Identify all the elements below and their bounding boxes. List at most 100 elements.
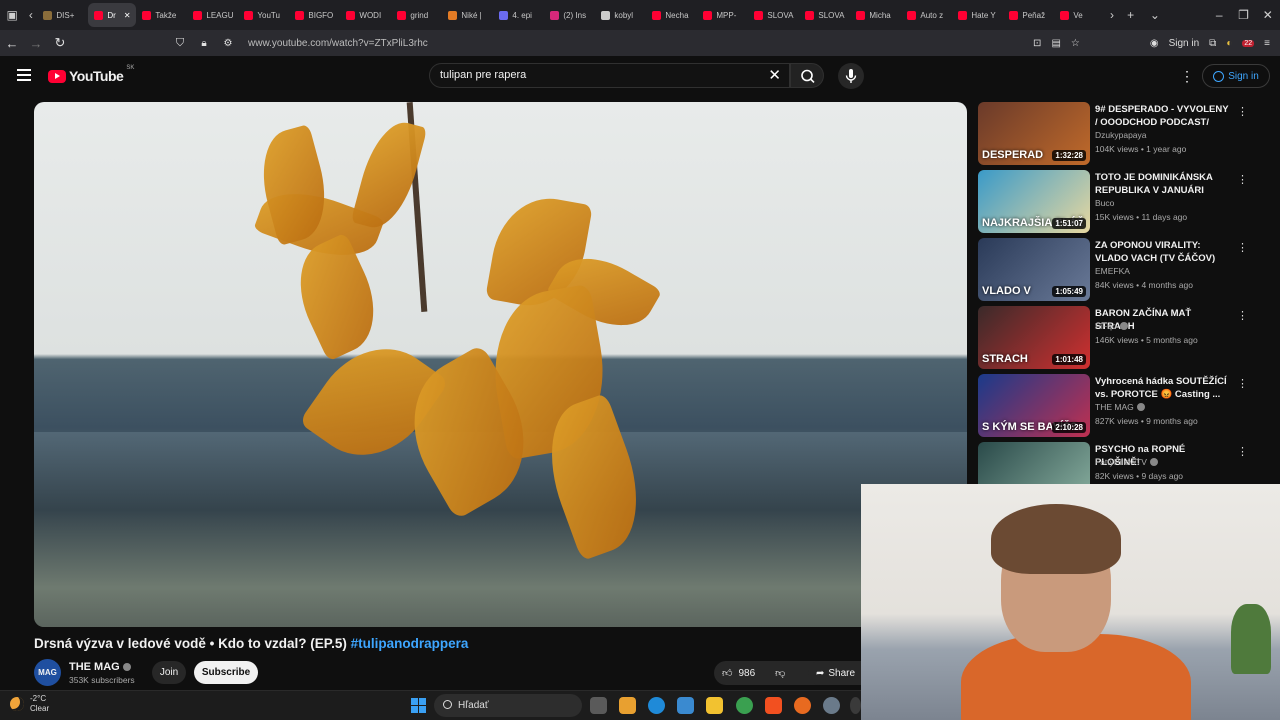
brave-icon[interactable] bbox=[765, 697, 782, 714]
more-actions-icon[interactable]: ⋮ bbox=[1237, 309, 1248, 322]
new-tab-button[interactable]: + bbox=[1118, 8, 1142, 22]
recommendation-channel[interactable]: FiFqo bbox=[1095, 321, 1128, 331]
close-window-button[interactable]: ✕ bbox=[1256, 8, 1280, 22]
site-settings-icon[interactable]: ⚙ bbox=[216, 38, 240, 49]
like-button[interactable]: 👍︎ 986 bbox=[722, 667, 755, 680]
scroll-tabs-right-icon[interactable]: › bbox=[1105, 8, 1118, 22]
extensions-icon[interactable]: ⧉ bbox=[1209, 38, 1216, 49]
obs-icon[interactable] bbox=[850, 697, 861, 714]
recommendation-thumbnail[interactable]: STRACH 1:01:48 bbox=[978, 306, 1090, 369]
voice-search-button[interactable] bbox=[838, 63, 864, 89]
search-input[interactable]: tulipan pre rapera ✕ bbox=[429, 63, 790, 88]
youtube-logo[interactable]: YouTube SK bbox=[48, 65, 134, 84]
lock-icon[interactable]: 🔒︎ bbox=[192, 38, 216, 49]
weather-widget[interactable]: -2°C Clear bbox=[10, 694, 49, 714]
maximize-button[interactable]: ❐ bbox=[1231, 8, 1255, 22]
clear-search-icon[interactable]: ✕ bbox=[768, 64, 781, 87]
video-player[interactable] bbox=[34, 102, 967, 627]
browser-tab[interactable]: Peňaž bbox=[1003, 3, 1054, 27]
subscribe-button[interactable]: Subscribe bbox=[194, 661, 258, 684]
recommendation-title[interactable]: ZA OPONOU VIRALITY: VLADO VACH (TV ČÁČOV… bbox=[1095, 239, 1229, 265]
menu-icon[interactable]: ≡ bbox=[1264, 38, 1270, 49]
browser-tab[interactable]: Hate Y bbox=[952, 3, 1003, 27]
browser-tab[interactable]: WODI bbox=[340, 3, 391, 27]
recommendation-title[interactable]: 9# DESPERADO - VYVOLENY / OOODCHOD PODCA… bbox=[1095, 103, 1229, 129]
recommendation-title[interactable]: Vyhrocená hádka SOUTĚŽÍCÍ vs. POROTCE 😡 … bbox=[1095, 375, 1229, 401]
install-app-icon[interactable]: ⊡ bbox=[1033, 38, 1041, 49]
settings-icon[interactable] bbox=[823, 697, 840, 714]
more-actions-icon[interactable]: ⋮ bbox=[1237, 241, 1248, 254]
recommendation-thumbnail[interactable]: DESPERAD 1:32:28 bbox=[978, 102, 1090, 165]
browser-tab[interactable]: Dr ✕ bbox=[88, 3, 137, 27]
browser-tab[interactable]: SLOVA bbox=[799, 3, 850, 27]
browser-tab[interactable]: Micha bbox=[850, 3, 901, 27]
browser-signin-label[interactable]: Sign in bbox=[1169, 38, 1200, 49]
profile-icon[interactable]: ◉ bbox=[1150, 38, 1159, 49]
back-icon[interactable]: ← bbox=[0, 36, 24, 51]
recommendation-item[interactable]: S KÝM SE BAVÍŠ? 2:10:28 Vyhrocená hádka SO… bbox=[978, 374, 1258, 442]
browser-tab[interactable]: kobyl bbox=[595, 3, 646, 27]
recommendation-channel[interactable]: EMEFKA bbox=[1095, 266, 1130, 276]
browser-tab[interactable]: 4. epi bbox=[493, 3, 544, 27]
video-hashtag-link[interactable]: #tulipanodrappera bbox=[351, 636, 469, 651]
dislike-button[interactable]: 👎︎ bbox=[775, 667, 785, 679]
wallet-icon[interactable]: ◐ bbox=[1226, 38, 1232, 49]
taskbar-search[interactable]: Hľadať bbox=[434, 694, 582, 717]
join-button[interactable]: Join bbox=[152, 661, 186, 684]
browser-tab[interactable]: BIGFO bbox=[289, 3, 340, 27]
signin-button[interactable]: Sign in bbox=[1202, 64, 1270, 88]
notification-badge[interactable]: 22 bbox=[1242, 39, 1255, 47]
windows-start-icon[interactable] bbox=[411, 698, 426, 713]
minimize-button[interactable]: – bbox=[1207, 8, 1231, 22]
url-field[interactable]: www.youtube.com/watch?v=ZTxPliL3rhc bbox=[248, 38, 428, 49]
guide-menu-icon[interactable] bbox=[17, 69, 31, 81]
recommendation-item[interactable]: STRACH 1:01:48 BARON ZAČÍNA MAŤ STRACH FiFq… bbox=[978, 306, 1258, 374]
search-button[interactable] bbox=[790, 63, 824, 88]
browser-tab[interactable]: Niké | bbox=[442, 3, 493, 27]
shield-icon[interactable]: ⛉ bbox=[168, 37, 192, 50]
tab-list-dropdown-icon[interactable]: ⌄ bbox=[1143, 8, 1167, 22]
task-view-icon[interactable] bbox=[590, 697, 607, 714]
firefox-icon[interactable] bbox=[794, 697, 811, 714]
close-tab-icon[interactable]: ✕ bbox=[124, 11, 131, 20]
recommendation-channel[interactable]: FattyPillowTV bbox=[1095, 457, 1158, 467]
browser-tab[interactable]: LEAGU bbox=[187, 3, 238, 27]
recommendation-title[interactable]: TOTO JE DOMINIKÁNSKA REPUBLIKA V JANUÁRI bbox=[1095, 171, 1229, 197]
browser-tab[interactable]: (2) Ins bbox=[544, 3, 595, 27]
recommendation-channel[interactable]: Dzukypapaya bbox=[1095, 130, 1147, 140]
recommendation-item[interactable]: NAJKRAJŠIA PLÁŽ 1:51:07 TOTO JE DOMINIKÁNS… bbox=[978, 170, 1258, 238]
browser-tab[interactable]: Auto z bbox=[901, 3, 952, 27]
reader-icon[interactable]: ▤ bbox=[1051, 38, 1060, 49]
recommendation-thumbnail[interactable]: NAJKRAJŠIA PLÁŽ 1:51:07 bbox=[978, 170, 1090, 233]
recommendation-channel[interactable]: Buco bbox=[1095, 198, 1114, 208]
scroll-tabs-left-icon[interactable]: ‹ bbox=[24, 8, 37, 22]
store-icon[interactable] bbox=[619, 697, 636, 714]
channel-avatar[interactable]: MAG bbox=[34, 659, 61, 686]
browser-tab[interactable]: Ve bbox=[1054, 3, 1105, 27]
browser-tab[interactable]: DIS+ bbox=[37, 3, 88, 27]
more-actions-icon[interactable]: ⋮ bbox=[1237, 105, 1248, 118]
recommendation-item[interactable]: DESPERAD 1:32:28 9# DESPERADO - VYVOLENY /… bbox=[978, 102, 1258, 170]
forward-icon[interactable]: → bbox=[24, 36, 48, 51]
more-actions-icon[interactable]: ⋮ bbox=[1237, 445, 1248, 458]
tab-actions-icon[interactable]: ▣ bbox=[0, 8, 24, 22]
recommendation-thumbnail[interactable]: VLADO V 1:05:49 bbox=[978, 238, 1090, 301]
browser-tab[interactable]: SLOVA bbox=[748, 3, 799, 27]
more-actions-icon[interactable]: ⋮ bbox=[1237, 173, 1248, 186]
browser-tab[interactable]: Necha bbox=[646, 3, 697, 27]
channel-name[interactable]: THE MAG bbox=[69, 661, 131, 673]
settings-menu-icon[interactable]: ⋮ bbox=[1180, 68, 1194, 85]
file-explorer-icon[interactable] bbox=[706, 697, 723, 714]
browser-tab[interactable]: MPP- bbox=[697, 3, 748, 27]
recommendation-channel[interactable]: THE MAG bbox=[1095, 402, 1145, 412]
edge-icon[interactable] bbox=[648, 697, 665, 714]
browser-tab[interactable]: YouTu bbox=[238, 3, 289, 27]
reload-icon[interactable]: ↻ bbox=[48, 35, 72, 51]
recommendation-item[interactable]: VLADO V 1:05:49 ZA OPONOU VIRALITY: VLADO … bbox=[978, 238, 1258, 306]
browser-tab[interactable]: Takže bbox=[136, 3, 187, 27]
photos-icon[interactable] bbox=[677, 697, 694, 714]
chrome-icon[interactable] bbox=[736, 697, 753, 714]
browser-tab[interactable]: grind bbox=[391, 3, 442, 27]
more-actions-icon[interactable]: ⋮ bbox=[1237, 377, 1248, 390]
recommendation-thumbnail[interactable]: S KÝM SE BAVÍŠ? 2:10:28 bbox=[978, 374, 1090, 437]
